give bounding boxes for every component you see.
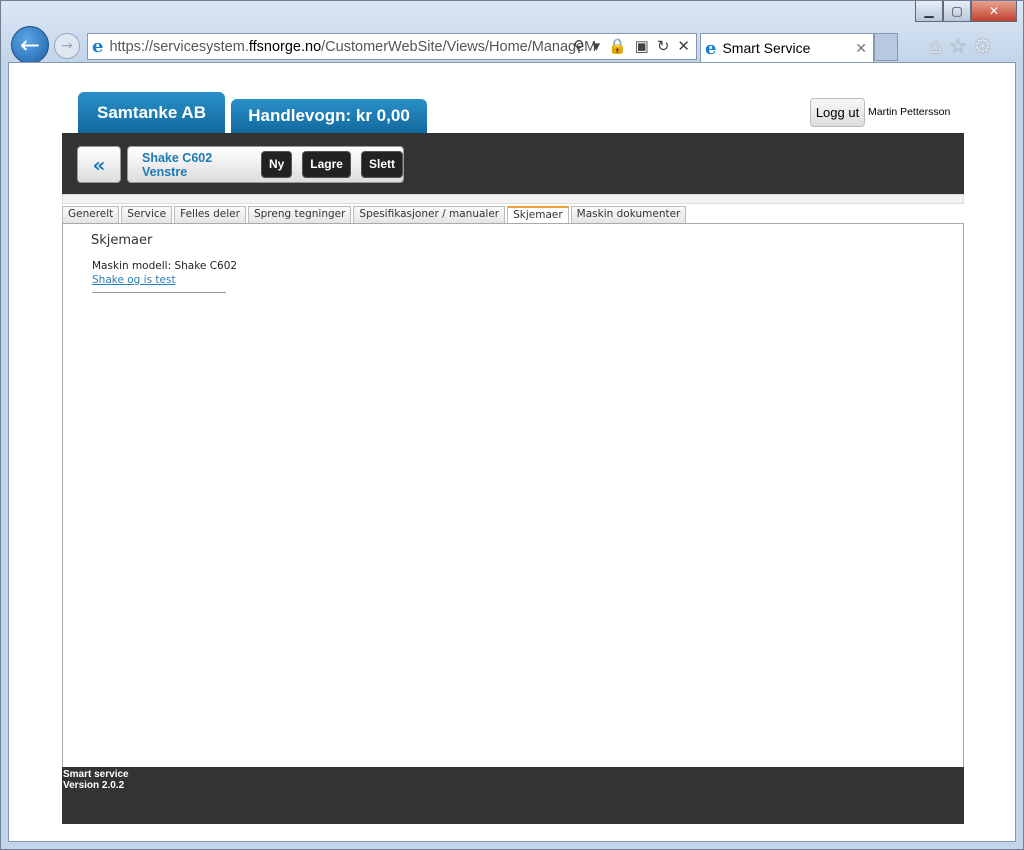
url-host: ffsnorge.no xyxy=(248,38,322,55)
close-tab-icon[interactable]: ✕ xyxy=(855,40,867,57)
back-nav-button[interactable]: « xyxy=(77,146,121,183)
tab-spreng-tegninger[interactable]: Spreng tegninger xyxy=(247,206,352,223)
user-name: Martin Pettersson xyxy=(868,106,951,118)
machine-model: Maskin modell: Shake C602 xyxy=(92,260,238,272)
delete-button[interactable]: Slett xyxy=(360,151,403,178)
dropdown-icon[interactable]: ▾ xyxy=(592,37,600,55)
page: Samtanke AB Handlevogn: kr 0,00 Logg ut … xyxy=(8,62,1016,842)
gear-icon[interactable]: ⚙ xyxy=(973,34,992,58)
maximize-button[interactable]: ▢ xyxy=(943,1,971,22)
compat-icon[interactable]: ▣ xyxy=(635,37,649,55)
save-button[interactable]: Lagre xyxy=(302,151,351,178)
ie-icon: e xyxy=(92,36,104,57)
company-tab[interactable]: Samtanke AB xyxy=(78,92,225,133)
lock-icon[interactable]: 🔒 xyxy=(608,37,627,55)
new-tab-button[interactable] xyxy=(874,33,898,61)
tab-spesifikasjoner[interactable]: Spesifikasjoner / manualer xyxy=(353,206,506,223)
new-button[interactable]: Ny xyxy=(260,151,293,178)
tab-panel: Skjemaer Maskin modell: Shake C602 Shake… xyxy=(62,223,964,768)
panel-title: Skjemaer xyxy=(91,233,153,248)
divider xyxy=(92,292,226,293)
minimize-button[interactable]: ▁ xyxy=(915,1,943,22)
logout-button[interactable]: Logg ut xyxy=(810,98,865,127)
stop-icon[interactable]: ✕ xyxy=(677,37,690,55)
divider xyxy=(62,194,964,204)
ie-icon: e xyxy=(705,37,717,59)
favorites-star-icon[interactable]: ☆ xyxy=(948,34,967,58)
tab-felles-deler[interactable]: Felles deler xyxy=(174,206,246,223)
home-icon[interactable]: ⌂ xyxy=(929,34,942,58)
url-path: /CustomerWebSite/Views/Home/ManageM xyxy=(321,38,597,55)
machine-title: Shake C602 Venstre xyxy=(142,150,213,179)
tab-service[interactable]: Service xyxy=(121,206,173,223)
address-bar[interactable]: e https://servicesystem. ffsnorge.no/Cust… xyxy=(87,33,697,60)
search-icon[interactable]: ⚲ xyxy=(573,37,584,55)
toolbar: « Shake C602 Venstre Ny Lagre Slett xyxy=(62,133,964,194)
cart-tab[interactable]: Handlevogn: kr 0,00 xyxy=(231,99,427,133)
tab-skjemaer[interactable]: Skjemaer xyxy=(507,206,569,224)
refresh-icon[interactable]: ↻ xyxy=(657,37,670,55)
form-link[interactable]: Shake og is test xyxy=(92,274,176,286)
close-window-button[interactable]: ✕ xyxy=(971,1,1017,22)
tab-title: Smart Service xyxy=(722,40,811,56)
url-prefix: https://servicesystem. xyxy=(109,38,249,55)
forward-button[interactable]: → xyxy=(54,33,80,59)
footer: Smart service Version 2.0.2 xyxy=(62,767,964,824)
tab-bar: Generelt Service Felles deler Spreng teg… xyxy=(62,206,687,224)
tab-maskin-dokumenter[interactable]: Maskin dokumenter xyxy=(570,206,687,223)
footer-app-name: Smart service xyxy=(63,769,129,780)
browser-tab[interactable]: e Smart Service ✕ xyxy=(700,33,874,62)
footer-version: Version 2.0.2 xyxy=(63,780,125,791)
tab-generelt[interactable]: Generelt xyxy=(62,206,120,223)
back-button[interactable]: ← xyxy=(11,26,49,64)
machine-toolbar-group: Shake C602 Venstre Ny Lagre Slett xyxy=(127,146,404,183)
